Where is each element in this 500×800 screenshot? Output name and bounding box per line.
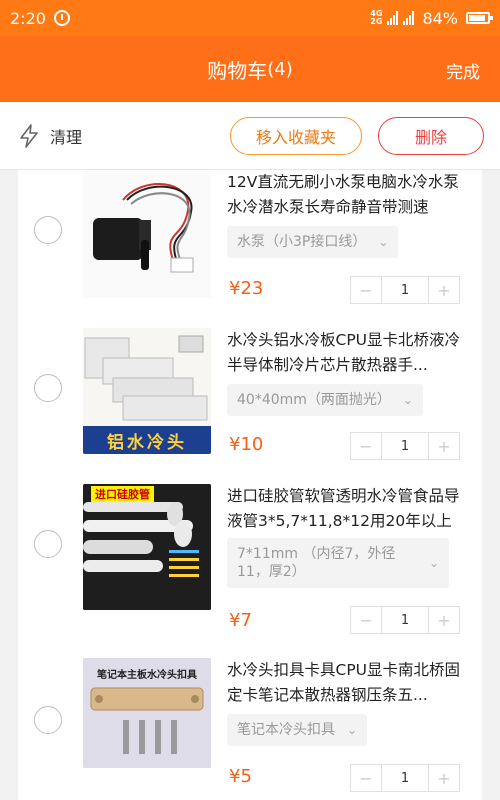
sku-selector[interactable]: 笔记本冷头扣具 ⌄ xyxy=(227,714,368,746)
chevron-down-icon: ⌄ xyxy=(402,393,413,407)
clean-label: 清理 xyxy=(50,127,83,147)
quantity-stepper: − 1 + xyxy=(350,276,460,304)
increase-button[interactable]: + xyxy=(429,607,459,633)
quantity-stepper: − 1 + xyxy=(350,432,460,460)
image-caption: 铝水冷头 xyxy=(107,433,187,453)
page-header: 购物车 (4) 完成 xyxy=(0,36,500,102)
decrease-button[interactable]: − xyxy=(351,607,381,633)
product-title[interactable]: 12V直流无刷小水泵电脑水冷水泵水冷潜水泵长寿命静音带测速 xyxy=(227,170,467,220)
network-type: 4G 2G xyxy=(370,9,383,26)
price: ¥7 xyxy=(229,610,252,631)
quantity-stepper: − 1 + xyxy=(350,606,460,634)
quantity-value[interactable]: 1 xyxy=(381,607,429,633)
chevron-down-icon: ⌄ xyxy=(429,556,440,570)
price: ¥10 xyxy=(229,434,264,455)
product-image[interactable]: 铝水冷头 xyxy=(83,328,211,454)
image-caption: 进口硅胶管 xyxy=(91,486,154,502)
quantity-value[interactable]: 1 xyxy=(381,765,429,791)
decrease-button[interactable]: − xyxy=(351,433,381,459)
product-image[interactable]: 笔记本主板水冷头扣具 xyxy=(83,658,211,768)
increase-button[interactable]: + xyxy=(429,433,459,459)
battery-percent: 84% xyxy=(422,8,458,28)
lightning-icon xyxy=(20,123,38,148)
product-image[interactable] xyxy=(83,170,211,298)
image-caption: 笔记本主板水冷头扣具 xyxy=(97,670,197,681)
product-title[interactable]: 水冷头扣具卡具CPU显卡南北桥固定卡笔记本散热器钢压条五... xyxy=(227,658,467,708)
item-select-radio[interactable] xyxy=(34,374,62,402)
edit-toolbar: 清理 移入收藏夹 删除 xyxy=(0,102,500,170)
quantity-value[interactable]: 1 xyxy=(381,433,429,459)
clean-button[interactable]: 清理 xyxy=(18,123,83,148)
sku-text: 水泵（小3P接口线） xyxy=(237,234,367,250)
increase-button[interactable]: + xyxy=(429,765,459,791)
price: ¥5 xyxy=(229,766,252,787)
page-title: 购物车 xyxy=(207,58,268,83)
decrease-button[interactable]: − xyxy=(351,765,381,791)
water-pump-image xyxy=(83,170,211,298)
sku-selector[interactable]: 7*11mm （内径7，外径11，厚2） ⌄ xyxy=(227,538,450,588)
sku-text: 笔记本冷头扣具 xyxy=(237,722,335,738)
item-select-radio[interactable] xyxy=(34,530,62,558)
product-title[interactable]: 水冷头铝水冷板CPU显卡北桥液冷半导体制冷片芯片散热器手... xyxy=(227,328,467,378)
quantity-stepper: − 1 + xyxy=(350,764,460,792)
cart-list: 12V直流无刷小水泵电脑水冷水泵水冷潜水泵长寿命静音带测速 水泵（小3P接口线）… xyxy=(18,170,482,800)
signal-icon xyxy=(387,11,399,25)
item-select-radio[interactable] xyxy=(34,216,62,244)
cart-count: (4) xyxy=(267,58,293,80)
sku-selector[interactable]: 40*40mm（两面抛光） ⌄ xyxy=(227,384,423,416)
chevron-down-icon: ⌄ xyxy=(378,235,389,249)
signal-icon-2 xyxy=(403,11,415,25)
sku-text: 7*11mm （内径7，外径11，厚2） xyxy=(237,546,396,580)
battery-icon xyxy=(466,12,493,24)
sku-selector[interactable]: 水泵（小3P接口线） ⌄ xyxy=(227,226,399,258)
delete-button[interactable]: 删除 xyxy=(378,117,484,155)
chevron-down-icon: ⌄ xyxy=(347,723,358,737)
status-time: 2:20 xyxy=(10,8,46,28)
done-button[interactable]: 完成 xyxy=(446,58,480,83)
item-select-radio[interactable] xyxy=(34,706,62,734)
move-to-favorites-button[interactable]: 移入收藏夹 xyxy=(230,117,362,155)
silicone-tube-image xyxy=(83,484,211,610)
decrease-button[interactable]: − xyxy=(351,277,381,303)
price: ¥23 xyxy=(229,278,264,299)
status-bar: 2:20 4G 2G 84% xyxy=(0,0,500,36)
sku-text: 40*40mm（两面抛光） xyxy=(237,392,391,408)
product-image[interactable]: 进口硅胶管 xyxy=(83,484,211,610)
alarm-icon xyxy=(53,10,70,26)
product-title[interactable]: 进口硅胶管软管透明水冷管食品导液管3*5,7*11,8*12用20年以上 xyxy=(227,484,467,534)
increase-button[interactable]: + xyxy=(429,277,459,303)
quantity-value[interactable]: 1 xyxy=(381,277,429,303)
